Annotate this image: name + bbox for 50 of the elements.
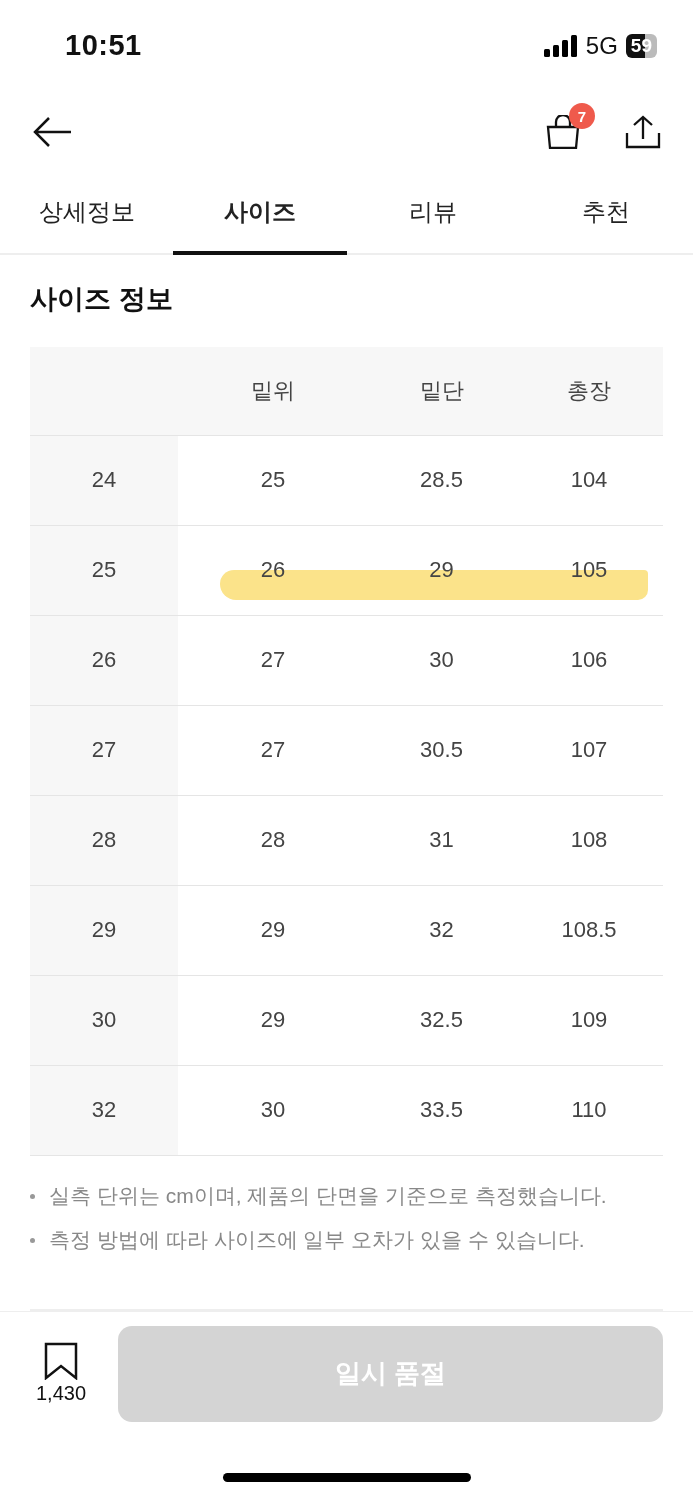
bullet-icon: [30, 1237, 35, 1243]
tab[interactable]: 상세정보: [0, 173, 174, 255]
status-time: 10:51: [65, 29, 143, 63]
bookmark-icon: [44, 1342, 79, 1381]
back-button[interactable]: [32, 116, 72, 149]
size-label: 30: [30, 974, 178, 1065]
table-cell: 30: [368, 614, 515, 705]
table-cell: 29: [178, 884, 368, 975]
size-label: 28: [30, 794, 178, 885]
table-cell: 106: [515, 614, 663, 705]
table-cell: 33.5: [368, 1064, 515, 1155]
share-icon[interactable]: [625, 115, 661, 150]
size-label: 29: [30, 884, 178, 975]
table-cell: 32: [368, 884, 515, 975]
size-label: 25: [30, 524, 178, 615]
table-cell: 28: [178, 794, 368, 885]
table-cell: 27: [178, 704, 368, 795]
table-cell: 110: [515, 1064, 663, 1155]
table-cell: 104: [515, 434, 663, 525]
table-cell: 30.5: [368, 704, 515, 795]
table-cell: 27: [178, 614, 368, 705]
bookmark-button[interactable]: 1,430: [36, 1342, 87, 1406]
size-label: 24: [30, 434, 178, 525]
column-header: 총장: [567, 376, 611, 405]
cart-count-badge: 7: [569, 103, 595, 130]
note-text: 실측 단위는 cm이며, 제품의 단면을 기준으로 측정했습니다.: [49, 1182, 607, 1209]
bullet-icon: [30, 1193, 35, 1199]
table-cell: 28.5: [368, 434, 515, 525]
size-label: 26: [30, 614, 178, 705]
table-cell: 31: [368, 794, 515, 885]
network-label: 5G: [585, 31, 618, 60]
column-header: 밑단: [419, 376, 464, 405]
column-header: 밑위: [251, 376, 295, 405]
tab[interactable]: 사이즈: [173, 173, 347, 255]
section-title: 사이즈 정보: [30, 282, 174, 316]
table-cell: 29: [178, 974, 368, 1065]
signal-icon: [543, 34, 578, 57]
back-arrow-icon: [32, 116, 72, 149]
tab[interactable]: 추천: [519, 173, 693, 255]
note-text: 측정 방법에 따라 사이즈에 일부 오차가 있을 수 있습니다.: [49, 1226, 585, 1253]
size-label: 27: [30, 704, 178, 795]
table-cell: 25: [178, 434, 368, 525]
table-cell: 109: [515, 974, 663, 1065]
size-label: 32: [30, 1064, 178, 1155]
table-cell: 32.5: [368, 974, 515, 1065]
tab[interactable]: 리뷰: [346, 173, 520, 255]
table-cell: 30: [178, 1064, 368, 1155]
table-cell: 107: [515, 704, 663, 795]
table-cell: 108.5: [515, 884, 663, 975]
table-cell: 108: [515, 794, 663, 885]
